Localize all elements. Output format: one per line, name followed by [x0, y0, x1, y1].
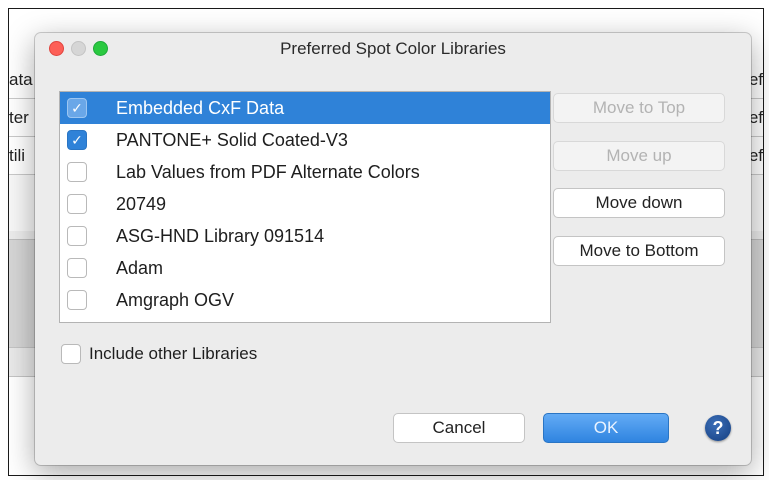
- background-row-text: ter: [9, 108, 29, 127]
- move-to-top-button[interactable]: Move to Top: [553, 93, 725, 123]
- library-list-item[interactable]: 20749: [60, 188, 550, 220]
- preferred-libraries-dialog: Preferred Spot Color Libraries ✓ Embedded…: [35, 33, 751, 465]
- move-to-bottom-button[interactable]: Move to Bottom: [553, 236, 725, 266]
- move-up-button[interactable]: Move up: [553, 141, 725, 171]
- background-row-text: ata: [9, 70, 33, 89]
- library-list-item[interactable]: Adam: [60, 252, 550, 284]
- library-checkbox[interactable]: [67, 226, 87, 246]
- library-checkbox[interactable]: ✓: [67, 98, 87, 118]
- library-label: Embedded CxF Data: [116, 98, 285, 118]
- background-row-text: tili: [9, 146, 26, 165]
- library-checkbox[interactable]: [67, 322, 87, 323]
- dialog-titlebar: Preferred Spot Color Libraries: [35, 33, 751, 65]
- library-list-item[interactable]: ✓ Embedded CxF Data: [60, 92, 550, 124]
- library-label: Lab Values from PDF Alternate Colors: [116, 162, 420, 182]
- library-checkbox[interactable]: [67, 194, 87, 214]
- ok-button[interactable]: OK: [543, 413, 669, 443]
- library-label: PANTONE+ Solid Coated-V3: [116, 130, 348, 150]
- library-checkbox[interactable]: [67, 162, 87, 182]
- library-label: Adam: [116, 258, 164, 278]
- cancel-button[interactable]: Cancel: [393, 413, 525, 443]
- move-down-button[interactable]: Move down: [553, 188, 725, 218]
- include-other-checkbox[interactable]: [61, 344, 81, 364]
- dialog-title: Preferred Spot Color Libraries: [280, 39, 506, 58]
- library-label: 20749: [116, 194, 167, 214]
- library-list-item[interactable]: Lab Values from PDF Alternate Colors: [60, 156, 550, 188]
- library-list-item[interactable]: Amgraph OGV: [60, 284, 550, 316]
- help-icon[interactable]: ?: [705, 415, 731, 441]
- library-list-item[interactable]: ✓ PANTONE+ Solid Coated-V3: [60, 124, 550, 156]
- library-checkbox[interactable]: [67, 290, 87, 310]
- library-list-item[interactable]: [60, 316, 550, 323]
- library-list[interactable]: ✓ Embedded CxF Data ✓ PANTONE+ Solid Coated…: [59, 91, 551, 323]
- library-label: ASG-HND Library 091514: [116, 226, 325, 246]
- library-checkbox[interactable]: [67, 258, 87, 278]
- library-checkbox[interactable]: ✓: [67, 130, 87, 150]
- library-list-item[interactable]: ASG-HND Library 091514: [60, 220, 550, 252]
- library-label: Amgraph OGV: [116, 290, 235, 310]
- include-other-label: Include other Libraries: [89, 344, 258, 363]
